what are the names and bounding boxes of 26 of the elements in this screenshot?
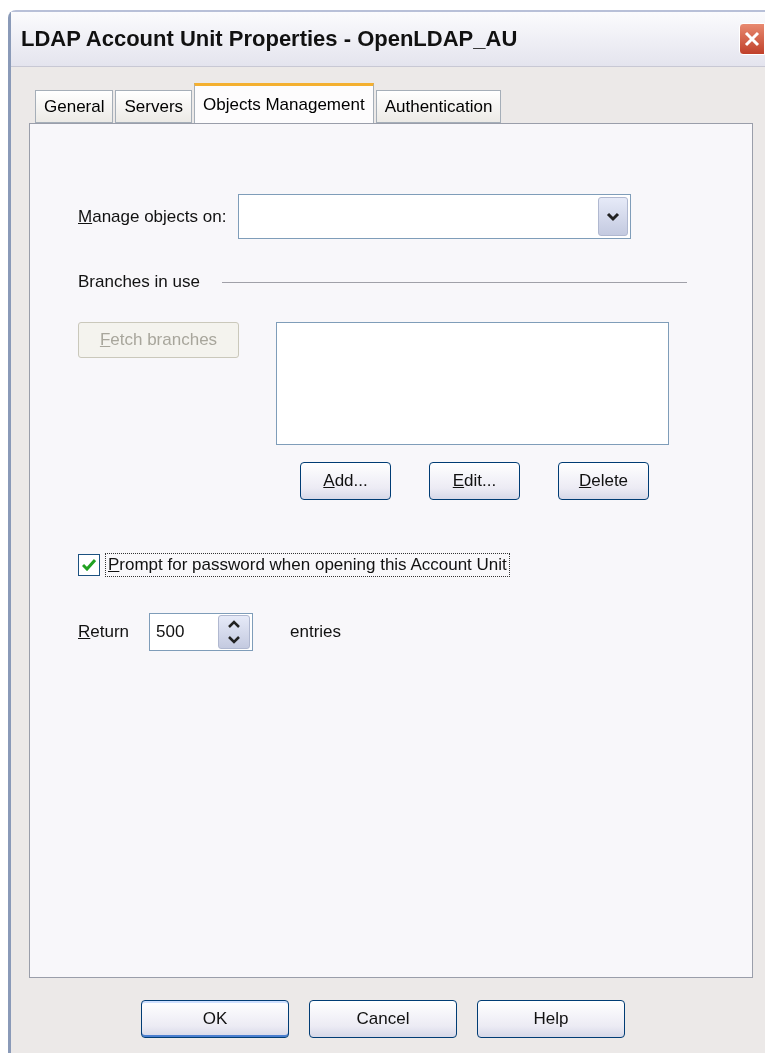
tab[interactable]: Authentication bbox=[375, 90, 502, 123]
dialog-button[interactable]: Cancel bbox=[309, 1000, 457, 1038]
section-heading: Branches in use bbox=[78, 272, 200, 292]
number-field[interactable]: 500 bbox=[149, 613, 254, 651]
close-icon bbox=[743, 30, 761, 48]
checkbox[interactable] bbox=[78, 554, 100, 576]
chevron-down-icon bbox=[606, 211, 621, 222]
action-button[interactable]: Add... bbox=[300, 462, 391, 500]
tab[interactable]: General bbox=[35, 90, 114, 123]
checkbox-label: Prompt for password when opening this Account Unit bbox=[105, 553, 510, 577]
checkmark-icon bbox=[82, 559, 96, 571]
unit-label: entries bbox=[290, 622, 342, 642]
tab[interactable]: Objects Management bbox=[194, 83, 374, 123]
spinner-arrows-icon[interactable] bbox=[218, 615, 251, 649]
dropdown-button[interactable] bbox=[598, 197, 629, 236]
close-button[interactable] bbox=[739, 23, 765, 55]
window-title: LDAP Account Unit Properties - OpenLDAP_AU bbox=[21, 26, 518, 52]
action-button[interactable]: Delete bbox=[558, 462, 649, 500]
field-label: Return bbox=[78, 622, 130, 642]
branches-list[interactable] bbox=[276, 322, 669, 445]
dialog-button[interactable]: OK bbox=[141, 1000, 289, 1038]
dialog-button[interactable]: Help bbox=[477, 1000, 625, 1038]
field-label: Manage objects on: bbox=[78, 206, 227, 227]
dropdown-field[interactable] bbox=[238, 194, 632, 239]
tab[interactable]: Servers bbox=[115, 90, 193, 123]
action-button[interactable]: Edit... bbox=[429, 462, 520, 500]
